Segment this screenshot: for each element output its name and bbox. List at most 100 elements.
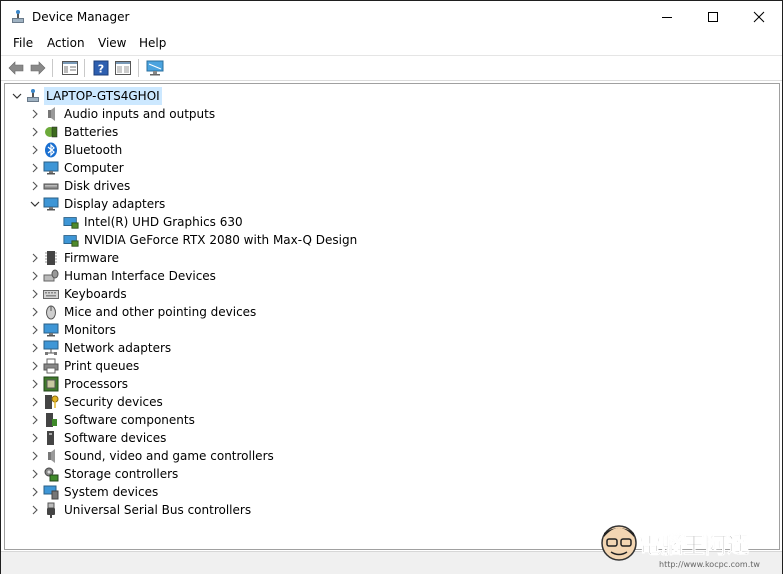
chevron-right-icon[interactable]: [27, 105, 43, 123]
tree-item-label[interactable]: Software devices: [64, 429, 166, 447]
security-key-icon: [43, 394, 59, 410]
chevron-right-icon[interactable]: [27, 249, 43, 267]
tree-item-system[interactable]: System devices: [27, 483, 158, 501]
chevron-right-icon[interactable]: [27, 159, 43, 177]
show-hide-console-tree-button[interactable]: [61, 59, 79, 77]
tree-item-network[interactable]: Network adapters: [27, 339, 171, 357]
tree-item-mice[interactable]: Mice and other pointing devices: [27, 303, 256, 321]
chevron-right-icon[interactable]: [27, 303, 43, 321]
tree-item-label[interactable]: Software components: [64, 411, 195, 429]
tree-item-label[interactable]: Sound, video and game controllers: [64, 447, 274, 465]
printer-icon: [43, 358, 59, 374]
tree-item-usb[interactable]: Universal Serial Bus controllers: [27, 501, 251, 519]
hid-icon: [43, 268, 59, 284]
tree-item-label[interactable]: Universal Serial Bus controllers: [64, 501, 251, 519]
forward-button[interactable]: [29, 59, 47, 77]
tree-item-label[interactable]: Audio inputs and outputs: [64, 105, 215, 123]
tree-item-label[interactable]: NVIDIA GeForce RTX 2080 with Max-Q Desig…: [84, 231, 357, 249]
tree-item-label[interactable]: Processors: [64, 375, 128, 393]
chevron-right-icon[interactable]: [27, 285, 43, 303]
tree-item-label[interactable]: Bluetooth: [64, 141, 122, 159]
chevron-right-icon[interactable]: [27, 177, 43, 195]
menu-help[interactable]: Help: [139, 36, 166, 50]
tree-item-keyboards[interactable]: Keyboards: [27, 285, 127, 303]
tree-item-label[interactable]: Firmware: [64, 249, 119, 267]
properties-icon: [115, 61, 131, 75]
tree-item-label[interactable]: Intel(R) UHD Graphics 630: [84, 213, 243, 231]
scan-hardware-changes-button[interactable]: [146, 59, 164, 77]
tree-item-label[interactable]: Human Interface Devices: [64, 267, 216, 285]
minimize-icon: [662, 17, 672, 18]
chevron-right-icon[interactable]: [27, 465, 43, 483]
firmware-chip-icon: [43, 250, 59, 266]
tree-item-label[interactable]: Keyboards: [64, 285, 127, 303]
tree-item-storage[interactable]: Storage controllers: [27, 465, 178, 483]
chevron-right-icon[interactable]: [27, 393, 43, 411]
tree-item-label[interactable]: Display adapters: [64, 195, 165, 213]
chevron-right-icon[interactable]: [27, 375, 43, 393]
device-tree[interactable]: LAPTOP-GTS4GHOI Audio inputs and outputs…: [4, 83, 780, 550]
watermark-logo: 電腦王阿達 http://www.kocpc.com.tw: [597, 521, 772, 571]
chevron-down-icon[interactable]: [9, 87, 25, 105]
close-button[interactable]: [736, 1, 782, 33]
chevron-right-icon[interactable]: [27, 429, 43, 447]
tree-item-label[interactable]: Disk drives: [64, 177, 130, 195]
keyboard-icon: [43, 286, 59, 302]
chevron-right-icon[interactable]: [27, 321, 43, 339]
tree-item-label[interactable]: System devices: [64, 483, 158, 501]
bluetooth-icon: [43, 142, 59, 158]
menu-action[interactable]: Action: [47, 36, 85, 50]
menu-view[interactable]: View: [98, 36, 126, 50]
tree-root-computer[interactable]: LAPTOP-GTS4GHOI: [9, 87, 162, 105]
help-button[interactable]: ?: [92, 59, 110, 77]
tree-item-audio[interactable]: Audio inputs and outputs: [27, 105, 215, 123]
chevron-right-icon[interactable]: [27, 357, 43, 375]
tree-item-batteries[interactable]: Batteries: [27, 123, 118, 141]
chevron-right-icon[interactable]: [27, 411, 43, 429]
tree-item-monitors[interactable]: Monitors: [27, 321, 116, 339]
tree-child-intel-uhd[interactable]: Intel(R) UHD Graphics 630: [63, 213, 243, 231]
tree-item-disk-drives[interactable]: Disk drives: [27, 177, 130, 195]
tree-item-software-devices[interactable]: Software devices: [27, 429, 166, 447]
storage-controller-icon: [43, 466, 59, 482]
chevron-right-icon[interactable]: [27, 141, 43, 159]
minimize-button[interactable]: [644, 1, 690, 33]
chevron-right-icon[interactable]: [27, 447, 43, 465]
title-bar[interactable]: Device Manager: [1, 1, 782, 33]
software-component-icon: [43, 412, 59, 428]
tree-item-label[interactable]: Print queues: [64, 357, 139, 375]
tree-item-label[interactable]: Network adapters: [64, 339, 171, 357]
root-label[interactable]: LAPTOP-GTS4GHOI: [44, 87, 162, 105]
tree-item-bluetooth[interactable]: Bluetooth: [27, 141, 122, 159]
chevron-right-icon[interactable]: [27, 501, 43, 519]
tree-item-label[interactable]: Batteries: [64, 123, 118, 141]
properties-button[interactable]: [114, 59, 132, 77]
help-icon: ?: [93, 60, 109, 76]
menu-file[interactable]: File: [13, 36, 33, 50]
monitor-icon: [43, 322, 59, 338]
tree-item-software-components[interactable]: Software components: [27, 411, 195, 429]
tree-item-firmware[interactable]: Firmware: [27, 249, 119, 267]
chevron-right-icon[interactable]: [27, 339, 43, 357]
back-button[interactable]: [7, 59, 25, 77]
chevron-right-icon[interactable]: [27, 123, 43, 141]
tree-item-processors[interactable]: Processors: [27, 375, 128, 393]
tree-item-display-adapters[interactable]: Display adapters: [27, 195, 165, 213]
tree-item-label[interactable]: Security devices: [64, 393, 163, 411]
maximize-button[interactable]: [690, 1, 736, 33]
tree-child-nvidia-rtx[interactable]: NVIDIA GeForce RTX 2080 with Max-Q Desig…: [63, 231, 357, 249]
tree-item-computer[interactable]: Computer: [27, 159, 124, 177]
tree-item-security[interactable]: Security devices: [27, 393, 163, 411]
chevron-right-icon[interactable]: [27, 483, 43, 501]
tree-item-hid[interactable]: Human Interface Devices: [27, 267, 216, 285]
tree-item-print-queues[interactable]: Print queues: [27, 357, 139, 375]
tree-item-label[interactable]: Mice and other pointing devices: [64, 303, 256, 321]
tree-item-sound[interactable]: Sound, video and game controllers: [27, 447, 274, 465]
processor-icon: [43, 376, 59, 392]
watermark-text: 電腦王阿達: [639, 533, 749, 559]
chevron-right-icon[interactable]: [27, 267, 43, 285]
chevron-down-icon[interactable]: [27, 195, 43, 213]
tree-item-label[interactable]: Monitors: [64, 321, 116, 339]
tree-item-label[interactable]: Storage controllers: [64, 465, 178, 483]
tree-item-label[interactable]: Computer: [64, 159, 124, 177]
